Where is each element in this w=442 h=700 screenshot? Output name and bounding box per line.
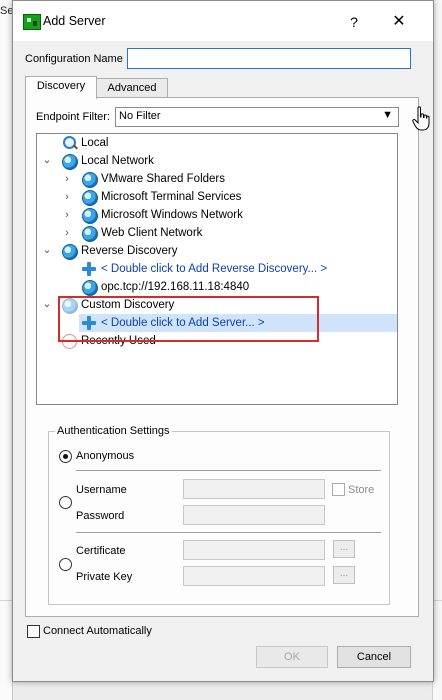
chevron-right-icon[interactable]: › (62, 224, 72, 242)
password-input[interactable] (183, 505, 325, 525)
tree-item-label: Web Client Network (101, 227, 203, 239)
connect-automatically-label: Connect Automatically (43, 625, 152, 637)
endpoint-filter-label: Endpoint Filter: (36, 111, 110, 123)
cancel-button[interactable]: Cancel (337, 646, 411, 668)
endpoint-filter-value: No Filter (119, 110, 161, 122)
tree-item-microsoft-terminal-services[interactable]: › Microsoft Terminal Services (37, 188, 397, 206)
tree-item-web-client-network[interactable]: › Web Client Network (37, 224, 397, 242)
globe-icon (82, 208, 98, 224)
tree-item-label: Local Network (81, 155, 154, 167)
store-checkbox[interactable] (332, 483, 345, 496)
tree-item-label: Microsoft Windows Network (101, 209, 243, 221)
tree-item-label: opc.tcp://192.168.11.18:4840 (101, 281, 250, 293)
username-radio[interactable] (59, 496, 72, 509)
ok-button[interactable]: OK (256, 646, 328, 668)
plus-icon (82, 262, 96, 276)
chevron-right-icon[interactable]: › (62, 170, 72, 188)
globe-icon (82, 226, 98, 242)
globe-icon (62, 154, 78, 170)
discovery-tree[interactable]: Local ⌄ Local Network › VMware Shared Fo… (36, 133, 398, 405)
globe-icon (82, 190, 98, 206)
username-input[interactable] (183, 479, 325, 499)
username-label: Username (76, 484, 127, 496)
tree-item-label: < Double click to Add Reverse Discovery.… (101, 263, 328, 275)
tree-item-add-reverse-discovery[interactable]: < Double click to Add Reverse Discovery.… (37, 260, 397, 278)
chevron-down-icon[interactable]: ⌄ (42, 295, 52, 313)
globe-icon (82, 172, 98, 188)
tree-item-local[interactable]: Local (37, 134, 397, 152)
tree-item-local-network[interactable]: ⌄ Local Network (37, 152, 397, 170)
separator (76, 532, 381, 533)
authentication-settings-group: Authentication Settings Anonymous Userna… (48, 425, 390, 605)
private-key-label: Private Key (76, 571, 133, 583)
chevron-right-icon[interactable]: › (62, 188, 72, 206)
chevron-down-icon[interactable]: ⌄ (42, 241, 52, 259)
anonymous-label: Anonymous (76, 450, 135, 462)
config-name-label: Configuration Name (25, 53, 123, 65)
app-icon (23, 14, 41, 30)
connect-automatically-checkbox[interactable] (27, 625, 40, 638)
title-bar[interactable]: Add Server ? ✕ (13, 1, 433, 41)
endpoint-filter-select[interactable]: No Filter ▼ (115, 107, 399, 127)
globe-icon (82, 280, 98, 296)
dropdown-arrow-icon: ▼ (382, 109, 393, 121)
tree-item-label: Reverse Discovery (81, 245, 178, 257)
globe-icon (62, 244, 78, 260)
tree-item-reverse-endpoint[interactable]: opc.tcp://192.168.11.18:4840 (37, 278, 397, 296)
magnifier-icon (63, 136, 76, 149)
chevron-down-icon[interactable]: ⌄ (42, 151, 52, 169)
store-label: Store (348, 484, 375, 496)
hand-cursor-icon (412, 106, 430, 131)
help-button[interactable]: ? (339, 11, 369, 33)
highlight-annotation-box (58, 296, 319, 342)
tree-item-reverse-discovery[interactable]: ⌄ Reverse Discovery (37, 242, 397, 260)
add-server-dialog: Add Server ? ✕ Configuration Name Discov… (12, 0, 434, 682)
discovery-panel: Endpoint Filter: No Filter ▼ Local ⌄ Loc… (25, 97, 419, 617)
close-button[interactable]: ✕ (385, 10, 413, 34)
certificate-browse-button[interactable]: ... (333, 540, 355, 558)
dialog-title: Add Server (43, 14, 106, 28)
private-key-browse-button[interactable]: ... (333, 566, 355, 584)
chevron-right-icon[interactable]: › (62, 206, 72, 224)
tree-item-label: Local (81, 137, 109, 149)
private-key-input[interactable] (183, 566, 325, 586)
certificate-radio[interactable] (59, 558, 72, 571)
tree-item-microsoft-windows-network[interactable]: › Microsoft Windows Network (37, 206, 397, 224)
background-divider (0, 600, 12, 601)
separator (76, 470, 381, 471)
tree-item-label: Microsoft Terminal Services (101, 191, 242, 203)
certificate-label: Certificate (76, 545, 126, 557)
tree-item-label: VMware Shared Folders (101, 173, 225, 185)
tree-item-vmware-shared-folders[interactable]: › VMware Shared Folders (37, 170, 397, 188)
tab-advanced[interactable]: Advanced (96, 78, 168, 97)
certificate-input[interactable] (183, 540, 325, 560)
password-label: Password (76, 510, 125, 522)
config-name-input[interactable] (127, 48, 411, 69)
anonymous-radio[interactable] (59, 450, 72, 463)
tab-discovery[interactable]: Discovery (25, 76, 97, 99)
authentication-settings-title: Authentication Settings (55, 425, 172, 437)
